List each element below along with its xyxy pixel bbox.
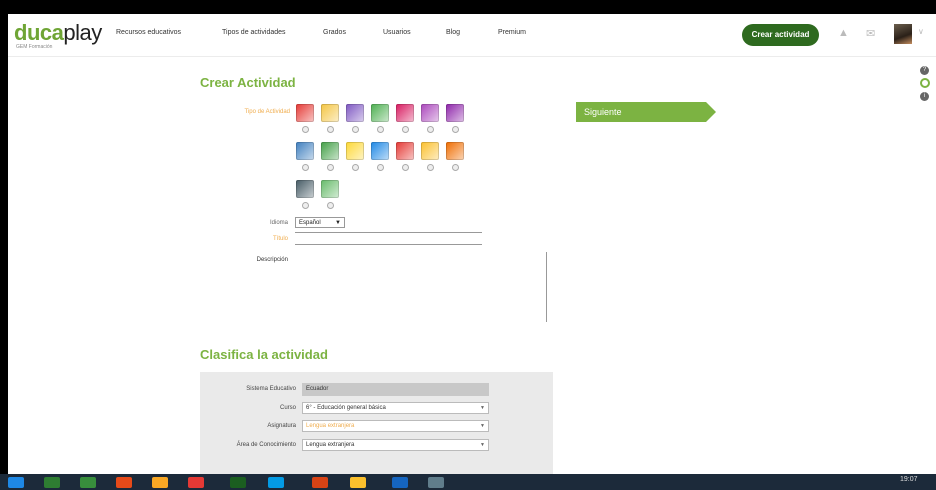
- activity-type-icon[interactable]: [446, 142, 464, 160]
- taskbar-app-icon[interactable]: [350, 477, 366, 488]
- taskbar-app-icon[interactable]: [80, 477, 96, 488]
- language-select-value: Español: [299, 220, 321, 226]
- activity-type-radio[interactable]: [302, 126, 309, 133]
- taskbar-clock: 19:07: [900, 476, 918, 483]
- activity-type-radio[interactable]: [302, 164, 309, 171]
- activity-type-radio[interactable]: [427, 126, 434, 133]
- logo-part2: play: [63, 20, 102, 45]
- subject-select[interactable]: Lengua extranjera ▼: [302, 420, 489, 432]
- taskbar-app-icon[interactable]: [392, 477, 408, 488]
- taskbar-app-icon[interactable]: [116, 477, 132, 488]
- activity-type-radio[interactable]: [327, 126, 334, 133]
- taskbar-app-icon[interactable]: [188, 477, 204, 488]
- activity-type-icon[interactable]: [346, 104, 364, 122]
- activity-type-icon[interactable]: [321, 180, 339, 198]
- taskbar-app-icon[interactable]: [8, 477, 24, 488]
- area-label: Área de Conocimiento: [236, 442, 296, 448]
- nav-blog[interactable]: Blog: [446, 29, 460, 36]
- nav-recursos-educativos[interactable]: Recursos educativos: [116, 29, 181, 36]
- help-icon[interactable]: ?: [920, 66, 929, 75]
- activity-type-radio[interactable]: [327, 202, 334, 209]
- nav-grados[interactable]: Grados: [323, 29, 346, 36]
- chevron-down-icon[interactable]: ∨: [918, 27, 924, 36]
- course-select-value: 6° - Educación general básica: [306, 405, 386, 411]
- area-select-value: Lengua extranjera: [306, 442, 355, 448]
- activity-type-icon[interactable]: [396, 142, 414, 160]
- subject-label: Asignatura: [267, 423, 296, 429]
- activity-type-icon[interactable]: [296, 142, 314, 160]
- activity-type-radio[interactable]: [377, 126, 384, 133]
- activity-type-radio[interactable]: [452, 126, 459, 133]
- next-button[interactable]: Siguiente: [576, 102, 716, 122]
- taskbar-app-icon[interactable]: [428, 477, 444, 488]
- activity-type-radio[interactable]: [377, 164, 384, 171]
- taskbar-app-icon[interactable]: [44, 477, 60, 488]
- course-label: Curso: [279, 405, 296, 411]
- page-title: Crear Actividad: [200, 75, 296, 90]
- activity-type-icon[interactable]: [296, 180, 314, 198]
- logo-subtitle: GEM Formación: [16, 44, 53, 50]
- activity-type-icon[interactable]: [421, 142, 439, 160]
- activity-type-label: Tipo de Actividad: [244, 109, 290, 115]
- bell-icon[interactable]: ▲: [838, 27, 849, 39]
- educaplay-logo[interactable]: ducaplay: [14, 20, 102, 46]
- mail-icon[interactable]: ✉: [866, 27, 875, 40]
- caret-down-icon: ▼: [480, 423, 485, 429]
- language-underline: [295, 232, 482, 233]
- activity-type-radio[interactable]: [402, 164, 409, 171]
- taskbar-app-icon[interactable]: [268, 477, 284, 488]
- activity-type-icon[interactable]: [446, 104, 464, 122]
- caret-down-icon: ▼: [480, 405, 485, 411]
- description-label: Descripción: [256, 257, 288, 263]
- system-label: Sistema Educativo: [246, 386, 296, 392]
- activity-type-icon[interactable]: [371, 142, 389, 160]
- activity-type-icon[interactable]: [296, 104, 314, 122]
- classify-panel: Sistema Educativo Ecuador Curso 6° - Edu…: [200, 372, 553, 474]
- activity-type-radio[interactable]: [427, 164, 434, 171]
- language-select[interactable]: Español ▼: [295, 217, 345, 228]
- language-label: Idioma: [269, 220, 288, 226]
- title-label: Título: [272, 236, 288, 242]
- description-textarea-edge[interactable]: [546, 252, 547, 322]
- activity-type-radio[interactable]: [327, 164, 334, 171]
- create-activity-button[interactable]: Crear actividad: [742, 24, 819, 46]
- windows-taskbar: 19:07: [0, 474, 936, 490]
- subject-select-value: Lengua extranjera: [306, 423, 355, 429]
- browser-viewport: ducaplay GEM Formación Recursos educativ…: [8, 14, 936, 474]
- user-avatar[interactable]: [894, 24, 912, 44]
- caret-down-icon: ▼: [335, 220, 341, 226]
- activity-type-icon[interactable]: [321, 142, 339, 160]
- classify-title: Clasifica la actividad: [200, 347, 328, 362]
- caret-down-icon: ▼: [480, 442, 485, 448]
- taskbar-app-icon[interactable]: [312, 477, 328, 488]
- activity-type-icon[interactable]: [371, 104, 389, 122]
- activity-type-icon[interactable]: [346, 142, 364, 160]
- activity-type-radio[interactable]: [302, 202, 309, 209]
- top-navigation-bar: ducaplay GEM Formación Recursos educativ…: [8, 14, 936, 57]
- system-field: Ecuador: [302, 383, 489, 396]
- info-icon[interactable]: i: [920, 92, 929, 101]
- area-select[interactable]: Lengua extranjera ▼: [302, 439, 489, 451]
- activity-type-radio[interactable]: [352, 164, 359, 171]
- activity-type-radio[interactable]: [452, 164, 459, 171]
- step-active-icon[interactable]: [920, 78, 930, 88]
- activity-type-radio[interactable]: [402, 126, 409, 133]
- logo-part1: duca: [14, 20, 64, 45]
- taskbar-app-icon[interactable]: [152, 477, 168, 488]
- nav-usuarios[interactable]: Usuarios: [383, 29, 411, 36]
- taskbar-app-icon[interactable]: [230, 477, 246, 488]
- title-input[interactable]: [295, 244, 482, 245]
- activity-type-icon[interactable]: [421, 104, 439, 122]
- activity-type-icon[interactable]: [321, 104, 339, 122]
- nav-tipos-de-actividades[interactable]: Tipos de actividades: [222, 29, 286, 36]
- nav-premium[interactable]: Premium: [498, 29, 526, 36]
- activity-type-icon[interactable]: [396, 104, 414, 122]
- course-select[interactable]: 6° - Educación general básica ▼: [302, 402, 489, 414]
- activity-type-radio[interactable]: [352, 126, 359, 133]
